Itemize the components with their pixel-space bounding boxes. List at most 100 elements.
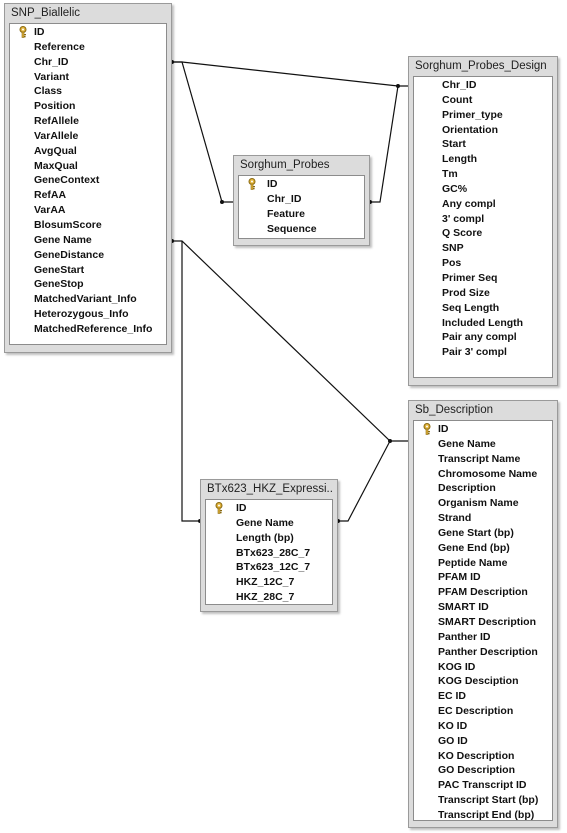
field-row[interactable]: ID (414, 422, 552, 437)
field-row[interactable]: Panther ID (414, 630, 552, 645)
field-row[interactable]: Strand (414, 511, 552, 526)
field-row[interactable]: Reference (10, 40, 166, 55)
field-row[interactable]: Pos (414, 256, 552, 271)
field-name: KO ID (438, 719, 468, 732)
field-row[interactable]: SMART Description (414, 615, 552, 630)
field-row[interactable]: Class (10, 84, 166, 99)
field-row[interactable]: RefAllele (10, 114, 166, 129)
field-name: Length (bp) (236, 531, 294, 544)
field-row[interactable]: Transcript End (bp) (414, 808, 552, 823)
field-row[interactable]: Pair any compl (414, 330, 552, 345)
field-row[interactable]: MatchedReference_Info (10, 322, 166, 337)
field-row[interactable]: Transcript Name (414, 452, 552, 467)
field-row[interactable]: EC Description (414, 704, 552, 719)
field-row[interactable]: GO Description (414, 763, 552, 778)
field-list[interactable]: ID Gene Name Length (bp) BTx623_28C_7 BTx623… (205, 499, 333, 605)
field-row[interactable]: Included Length (414, 316, 552, 331)
field-row[interactable]: Gene Name (206, 516, 332, 531)
field-row[interactable]: SNP (414, 241, 552, 256)
field-row[interactable]: Orientation (414, 123, 552, 138)
field-row[interactable]: Count (414, 93, 552, 108)
field-list[interactable]: ID Chr_ID Feature Sequence (238, 175, 365, 239)
field-row[interactable]: AvgQual (10, 144, 166, 159)
table-sb-description[interactable]: Sb_Description ID Gene Name Transcript Nam… (408, 400, 558, 828)
field-row[interactable]: BTx623_28C_7 (206, 546, 332, 561)
table-title[interactable]: SNP_Biallelic (9, 4, 167, 23)
field-row[interactable]: ID (239, 177, 364, 192)
field-row[interactable]: Chromosome Name (414, 467, 552, 482)
field-row[interactable]: Seq Length (414, 301, 552, 316)
field-list[interactable]: ID Reference Chr_ID Variant Class Position Ref… (9, 23, 167, 345)
field-row[interactable]: SMART ID (414, 600, 552, 615)
field-row[interactable]: Pair 3' compl (414, 345, 552, 360)
field-row[interactable]: VarAllele (10, 129, 166, 144)
field-row[interactable]: Gene Start (bp) (414, 526, 552, 541)
field-row[interactable]: Description (414, 481, 552, 496)
field-row[interactable]: KO Description (414, 749, 552, 764)
field-name: Sequence (267, 222, 317, 235)
table-btx623-hkz-expression[interactable]: BTx623_HKZ_Expressi... ID Gene Name Length… (200, 479, 338, 612)
field-row[interactable]: RefAA (10, 188, 166, 203)
field-row[interactable]: Position (10, 99, 166, 114)
field-row[interactable]: Gene Name (414, 437, 552, 452)
field-name: SMART ID (438, 601, 489, 614)
field-row[interactable]: KOG Desciption (414, 674, 552, 689)
field-row[interactable]: Sequence (239, 222, 364, 237)
field-row[interactable]: GC% (414, 182, 552, 197)
field-row[interactable]: Tm (414, 167, 552, 182)
table-title[interactable]: BTx623_HKZ_Expressi... (205, 480, 333, 499)
field-row[interactable]: HKZ_12C_7 (206, 575, 332, 590)
field-row[interactable]: Chr_ID (10, 55, 166, 70)
field-row[interactable]: Start (414, 137, 552, 152)
field-row[interactable]: Panther Description (414, 645, 552, 660)
field-row[interactable]: Any compl (414, 197, 552, 212)
field-row[interactable]: VarAA (10, 203, 166, 218)
field-row[interactable]: Gene Name (10, 233, 166, 248)
field-row[interactable]: ID (10, 25, 166, 40)
table-title[interactable]: Sorghum_Probes_Design (413, 57, 553, 76)
field-row[interactable]: Variant (10, 70, 166, 85)
field-row[interactable]: Length (414, 152, 552, 167)
table-snp-biallelic[interactable]: SNP_Biallelic ID Reference Chr_ID Variant Cl… (4, 3, 172, 353)
field-row[interactable]: GeneStart (10, 263, 166, 278)
field-row[interactable]: Transcript Start (bp) (414, 793, 552, 808)
field-row[interactable]: BTx623_12C_7 (206, 560, 332, 575)
field-row[interactable]: Chr_ID (414, 78, 552, 93)
field-row[interactable]: Q Score (414, 226, 552, 241)
field-row[interactable]: Length (bp) (206, 531, 332, 546)
field-list[interactable]: ID Gene Name Transcript Name Chromosome Nam… (413, 420, 553, 821)
field-row[interactable]: KO ID (414, 719, 552, 734)
field-row[interactable]: Gene End (bp) (414, 541, 552, 556)
field-row[interactable]: Prod Size (414, 286, 552, 301)
table-sorghum-probes-design[interactable]: Sorghum_Probes_Design Chr_ID Count Primer_… (408, 56, 558, 386)
table-title[interactable]: Sorghum_Probes (238, 156, 365, 175)
field-row[interactable]: EC ID (414, 689, 552, 704)
field-row[interactable]: GeneContext (10, 173, 166, 188)
field-row[interactable]: MaxQual (10, 159, 166, 174)
field-row[interactable]: Feature (239, 207, 364, 222)
field-row[interactable]: PFAM ID (414, 570, 552, 585)
table-sorghum-probes[interactable]: Sorghum_Probes ID Chr_ID Feature Sequence (233, 155, 370, 246)
field-row[interactable]: Primer_type (414, 108, 552, 123)
field-row[interactable]: Heterozygous_Info (10, 307, 166, 322)
field-row[interactable]: ID (206, 501, 332, 516)
relationship-line (338, 440, 391, 522)
field-row[interactable]: GO ID (414, 734, 552, 749)
field-row[interactable]: Primer Seq (414, 271, 552, 286)
field-name: Organism Name (438, 497, 519, 510)
field-row[interactable]: BlosumScore (10, 218, 166, 233)
field-row[interactable]: 3' compl (414, 212, 552, 227)
field-row[interactable]: PAC Transcript ID (414, 778, 552, 793)
field-row[interactable]: Chr_ID (239, 192, 364, 207)
field-row[interactable]: KOG ID (414, 660, 552, 675)
field-row[interactable]: Peptide Name (414, 556, 552, 571)
field-name: Gene Start (bp) (438, 526, 514, 539)
field-row[interactable]: GeneStop (10, 277, 166, 292)
field-list[interactable]: Chr_ID Count Primer_type Orientation Start Le… (413, 76, 553, 378)
field-row[interactable]: MatchedVariant_Info (10, 292, 166, 307)
field-row[interactable]: Organism Name (414, 496, 552, 511)
field-row[interactable]: GeneDistance (10, 248, 166, 263)
field-row[interactable]: PFAM Description (414, 585, 552, 600)
table-title[interactable]: Sb_Description (413, 401, 553, 420)
field-row[interactable]: HKZ_28C_7 (206, 590, 332, 605)
